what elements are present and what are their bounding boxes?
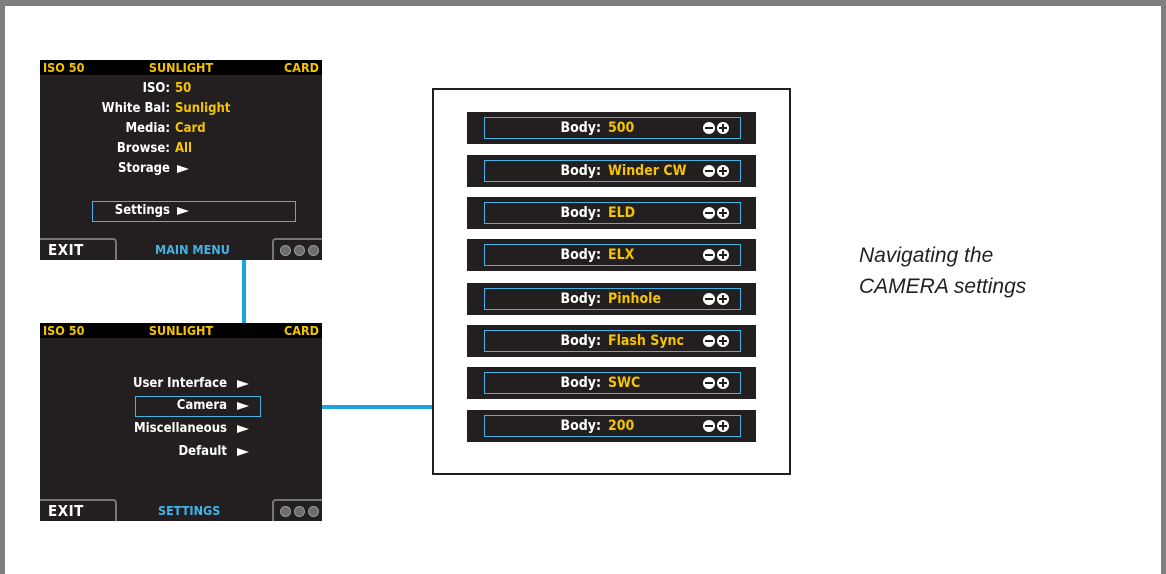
bottom-bar: EXIT SETTINGS — [40, 499, 322, 521]
status-media: CARD — [284, 323, 319, 338]
menu-row-label: Media: — [125, 121, 170, 136]
button-dot-icon — [294, 506, 305, 517]
body-label: Body: — [560, 120, 601, 136]
plus-icon[interactable] — [717, 420, 729, 432]
body-value: Flash Sync — [608, 333, 684, 349]
menu-row-label: Browse: — [116, 141, 170, 156]
minus-icon[interactable] — [703, 377, 715, 389]
menu-name: SETTINGS — [158, 503, 221, 518]
body-label: Body: — [560, 247, 601, 263]
bottom-bar: EXIT MAIN MENU — [40, 238, 322, 260]
minus-icon[interactable] — [703, 122, 715, 134]
button-indicator — [272, 238, 322, 260]
body-value: 500 — [608, 120, 635, 136]
body-option-row[interactable]: Body: 500 — [467, 112, 756, 144]
menu-row-value: Card — [175, 121, 206, 136]
plus-icon[interactable] — [717, 165, 729, 177]
caption-line-1: Navigating the — [859, 244, 994, 267]
minus-icon[interactable] — [703, 335, 715, 347]
body-option-row[interactable]: Body: Flash Sync — [467, 325, 756, 357]
body-label: Body: — [560, 375, 601, 391]
settings-item-label: Camera — [176, 398, 227, 413]
status-media: CARD — [284, 60, 319, 75]
body-option-row[interactable]: Body: ELX — [467, 239, 756, 271]
settings-item-user-interface[interactable]: User Interface — [40, 374, 322, 394]
menu-row-label: Settings — [114, 203, 170, 218]
exit-button[interactable]: EXIT — [40, 238, 117, 260]
menu-row-value: Sunlight — [175, 101, 231, 116]
plus-icon[interactable] — [717, 249, 729, 261]
plus-icon[interactable] — [717, 335, 729, 347]
body-value: Winder CW — [608, 163, 687, 179]
body-option-row[interactable]: Body: Pinhole — [467, 283, 756, 315]
body-value: SWC — [608, 375, 641, 391]
body-value: ELD — [608, 205, 636, 221]
button-dot-icon — [308, 506, 319, 517]
exit-button[interactable]: EXIT — [40, 499, 117, 521]
menu-row-value: 50 — [175, 81, 192, 96]
settings-item-label: User Interface — [132, 376, 227, 391]
settings-screen: ISO 50 SUNLIGHT CARD User Interface Came… — [40, 323, 322, 521]
main-menu-screen: ISO 50 SUNLIGHT CARD ISO: 50 White Bal: … — [40, 60, 322, 260]
button-dot-icon — [308, 245, 319, 256]
minus-icon[interactable] — [703, 249, 715, 261]
caption-line-2: CAMERA settings — [859, 275, 1027, 298]
body-label: Body: — [560, 205, 601, 221]
settings-item-camera[interactable]: Camera — [40, 396, 322, 416]
body-option-row[interactable]: Body: ELD — [467, 197, 756, 229]
status-bar: ISO 50 SUNLIGHT CARD — [40, 323, 322, 338]
minus-icon[interactable] — [703, 207, 715, 219]
button-dot-icon — [280, 506, 291, 517]
arrow-right-icon — [237, 402, 249, 410]
plus-icon[interactable] — [717, 377, 729, 389]
settings-item-label: Default — [178, 444, 227, 459]
button-dot-icon — [294, 245, 305, 256]
minus-icon[interactable] — [703, 293, 715, 305]
caption: Navigating the CAMERA settings — [859, 240, 1119, 302]
arrow-right-icon — [237, 448, 249, 456]
settings-item-miscellaneous[interactable]: Miscellaneous — [40, 419, 322, 439]
plus-icon[interactable] — [717, 122, 729, 134]
arrow-right-icon — [237, 425, 249, 433]
body-option-row[interactable]: Body: Winder CW — [467, 155, 756, 187]
arrow-right-icon — [177, 165, 189, 173]
status-bar: ISO 50 SUNLIGHT CARD — [40, 60, 322, 75]
arrow-right-icon — [177, 207, 189, 215]
menu-row-label: Storage — [117, 161, 170, 176]
minus-icon[interactable] — [703, 420, 715, 432]
body-option-row[interactable]: Body: SWC — [467, 367, 756, 399]
body-label: Body: — [560, 291, 601, 307]
status-white-balance: SUNLIGHT — [148, 60, 214, 75]
menu-row-value: All — [175, 141, 193, 156]
menu-row-iso[interactable]: ISO: 50 — [40, 79, 322, 99]
button-dot-icon — [280, 245, 291, 256]
settings-item-default[interactable]: Default — [40, 442, 322, 462]
body-option-row[interactable]: Body: 200 — [467, 410, 756, 442]
body-label: Body: — [560, 418, 601, 434]
plus-icon[interactable] — [717, 207, 729, 219]
menu-row-browse[interactable]: Browse: All — [40, 139, 322, 159]
status-white-balance: SUNLIGHT — [148, 323, 214, 338]
body-value: 200 — [608, 418, 635, 434]
button-indicator — [272, 499, 322, 521]
body-value: ELX — [608, 247, 635, 263]
menu-row-white-balance[interactable]: White Bal: Sunlight — [40, 99, 322, 119]
menu-row-label: ISO: — [142, 81, 170, 96]
plus-icon[interactable] — [717, 293, 729, 305]
body-label: Body: — [560, 333, 601, 349]
settings-item-label: Miscellaneous — [134, 421, 227, 436]
menu-row-settings[interactable]: Settings — [40, 201, 322, 221]
arrow-right-icon — [237, 380, 249, 388]
menu-row-media[interactable]: Media: Card — [40, 119, 322, 139]
body-value: Pinhole — [608, 291, 661, 307]
menu-row-label: White Bal: — [101, 101, 170, 116]
menu-row-storage[interactable]: Storage — [40, 159, 322, 179]
minus-icon[interactable] — [703, 165, 715, 177]
menu-name: MAIN MENU — [155, 242, 230, 257]
body-label: Body: — [560, 163, 601, 179]
